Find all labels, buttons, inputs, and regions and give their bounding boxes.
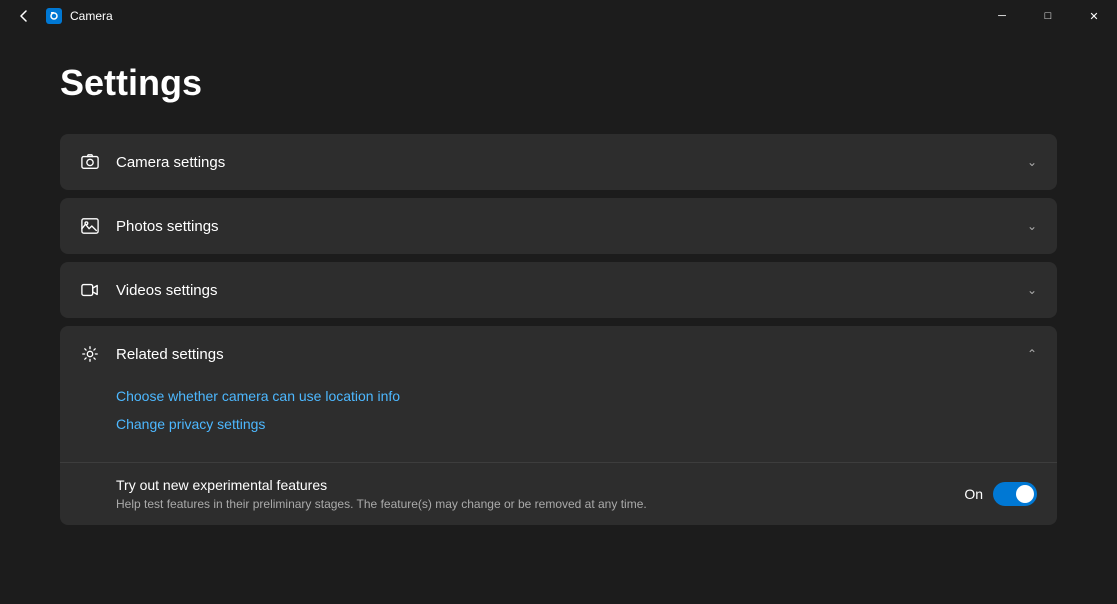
videos-settings-section: Videos settings ⌄ (60, 262, 1057, 318)
page-title: Settings (60, 62, 1057, 104)
title-bar-controls: ─ □ ✕ (979, 0, 1117, 32)
app-icon (46, 8, 62, 24)
camera-settings-section: Camera settings ⌄ (60, 134, 1057, 190)
photos-settings-header[interactable]: Photos settings ⌄ (60, 198, 1057, 254)
toggle-track (993, 482, 1037, 506)
experimental-description: Help test features in their preliminary … (116, 497, 647, 511)
camera-settings-chevron: ⌄ (1027, 155, 1037, 169)
privacy-link[interactable]: Change privacy settings (116, 410, 1037, 438)
related-settings-section: Related settings ⌃ Choose whether camera… (60, 326, 1057, 525)
experimental-toggle-container: On (964, 482, 1037, 506)
gear-icon (80, 344, 100, 364)
close-button[interactable]: ✕ (1071, 0, 1117, 32)
photos-icon (80, 216, 100, 236)
related-settings-body: Choose whether camera can use location i… (60, 382, 1057, 454)
camera-settings-label: Camera settings (116, 154, 225, 171)
title-bar-left: Camera (10, 2, 113, 30)
photos-settings-chevron: ⌄ (1027, 219, 1037, 233)
related-settings-header[interactable]: Related settings ⌃ (60, 326, 1057, 382)
minimize-button[interactable]: ─ (979, 0, 1025, 32)
experimental-toggle[interactable] (993, 482, 1037, 506)
experimental-features-row: Try out new experimental features Help t… (60, 462, 1057, 525)
back-button[interactable] (10, 2, 38, 30)
related-settings-label: Related settings (116, 346, 224, 363)
title-bar: Camera ─ □ ✕ (0, 0, 1117, 32)
videos-settings-header[interactable]: Videos settings ⌄ (60, 262, 1057, 318)
experimental-title: Try out new experimental features (116, 477, 647, 493)
settings-content: Settings Camera settings ⌄ (0, 32, 1117, 604)
toggle-thumb (1016, 485, 1034, 503)
videos-settings-label: Videos settings (116, 282, 217, 299)
experimental-text: Try out new experimental features Help t… (116, 477, 647, 511)
camera-settings-header[interactable]: Camera settings ⌄ (60, 134, 1057, 190)
video-icon (80, 280, 100, 300)
toggle-on-label: On (964, 486, 983, 502)
maximize-button[interactable]: □ (1025, 0, 1071, 32)
app-title: Camera (70, 9, 113, 23)
related-settings-chevron: ⌃ (1027, 347, 1037, 361)
location-link[interactable]: Choose whether camera can use location i… (116, 382, 1037, 410)
videos-settings-chevron: ⌄ (1027, 283, 1037, 297)
photos-settings-section: Photos settings ⌄ (60, 198, 1057, 254)
photos-settings-label: Photos settings (116, 218, 219, 235)
camera-icon (80, 152, 100, 172)
